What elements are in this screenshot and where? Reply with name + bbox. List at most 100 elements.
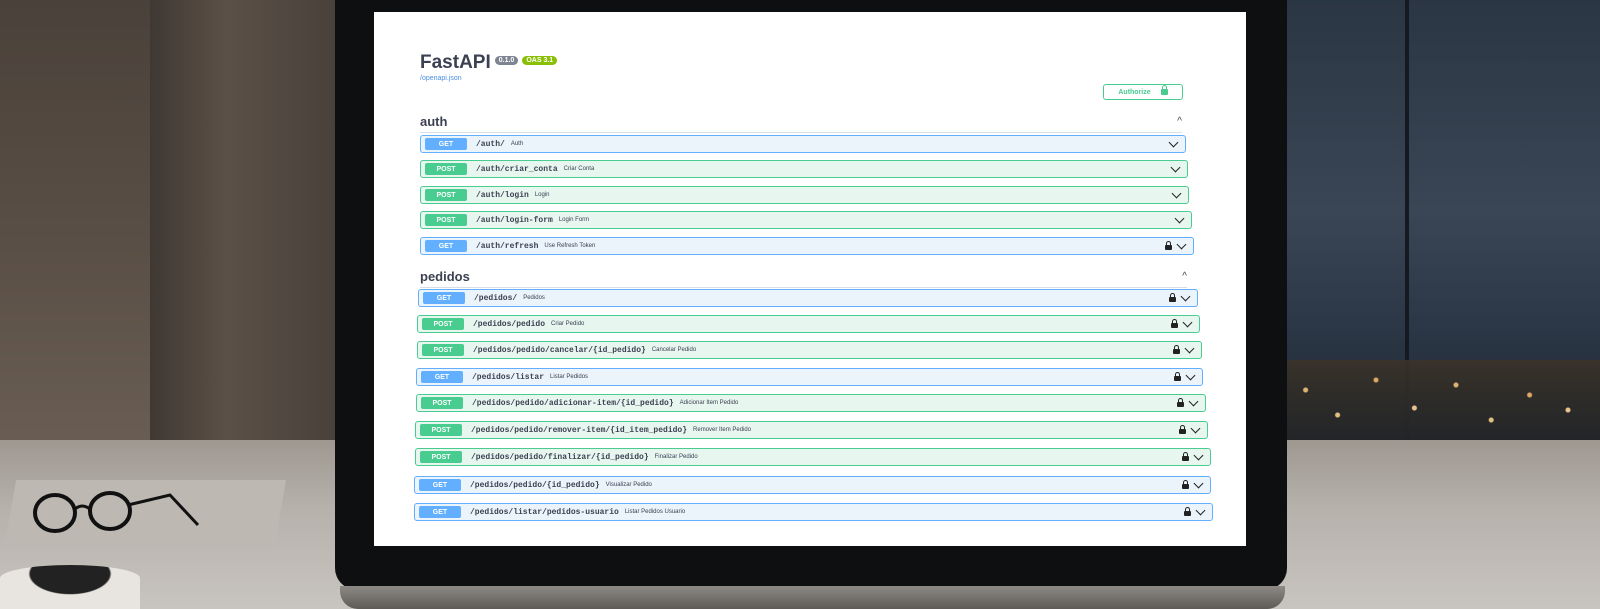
- method-badge: POST: [425, 189, 467, 201]
- chevron-down-icon[interactable]: [1176, 239, 1187, 250]
- chevron-down-icon[interactable]: [1168, 137, 1179, 148]
- operation-controls: [1182, 478, 1204, 489]
- operation-row[interactable]: GET/pedidos/listar Listar Pedidos: [416, 368, 1203, 386]
- operation-summary: Login: [534, 192, 550, 198]
- method-badge: POST: [420, 451, 462, 463]
- operation-row[interactable]: POST/pedidos/pedido/remover-item/{id_ite…: [415, 421, 1208, 439]
- lock-icon[interactable]: [1182, 452, 1189, 461]
- unlocked-icon: [1160, 85, 1168, 95]
- method-badge: GET: [419, 479, 461, 491]
- operation-path: /pedidos/pedido: [473, 319, 546, 329]
- chevron-down-icon[interactable]: [1188, 396, 1199, 407]
- lock-icon[interactable]: [1184, 507, 1191, 516]
- chevron-up-icon[interactable]: ^: [1177, 116, 1182, 127]
- chevron-down-icon[interactable]: [1170, 162, 1181, 173]
- operation-row[interactable]: POST/auth/login-form Login Form: [420, 211, 1192, 229]
- operation-path: /pedidos/pedido/cancelar/{id_pedido}: [473, 345, 646, 355]
- operation-row[interactable]: POST/pedidos/pedido/adicionar-item/{id_p…: [416, 394, 1206, 412]
- operation-summary: Listar Pedidos: [550, 374, 589, 380]
- chevron-down-icon[interactable]: [1171, 188, 1182, 199]
- method-badge: GET: [419, 506, 461, 518]
- tag-name: pedidos: [420, 268, 470, 284]
- chevron-down-icon[interactable]: [1184, 343, 1195, 354]
- background-curtain: [150, 0, 340, 450]
- operation-path: /auth/login: [476, 190, 529, 200]
- method-badge: GET: [425, 240, 467, 252]
- laptop-base: [340, 586, 1285, 609]
- chevron-down-icon[interactable]: [1182, 317, 1193, 328]
- tag-pedidos[interactable]: pedidos ^: [420, 265, 1187, 288]
- operation-row[interactable]: POST/pedidos/pedido/finalizar/{id_pedido…: [415, 448, 1211, 466]
- operation-row[interactable]: POST/pedidos/pedido/cancelar/{id_pedido}…: [417, 341, 1202, 359]
- coffee-cup: [0, 565, 140, 609]
- operation-row[interactable]: GET/pedidos/listar/pedidos-usuario Listar…: [414, 503, 1213, 521]
- operation-controls: [1169, 291, 1191, 302]
- operation-summary: Finalizar Pedido: [654, 454, 698, 460]
- method-badge: GET: [421, 371, 463, 383]
- operation-row[interactable]: POST/auth/login Login: [420, 186, 1189, 204]
- operation-row[interactable]: GET/pedidos/Pedidos: [418, 289, 1198, 307]
- chevron-down-icon[interactable]: [1180, 291, 1191, 302]
- operation-controls: [1173, 343, 1195, 354]
- chevron-down-icon[interactable]: [1195, 505, 1206, 516]
- operation-summary: Cancelar Pedido: [651, 347, 697, 353]
- lock-icon[interactable]: [1182, 480, 1189, 489]
- operation-controls: [1184, 505, 1206, 516]
- openapi-json-link[interactable]: /openapi.json: [420, 75, 462, 82]
- operation-summary: Criar Conta: [563, 166, 595, 172]
- operation-controls: [1174, 213, 1185, 224]
- version-badge: 0.1.0: [494, 56, 519, 65]
- operation-path: /pedidos/listar/pedidos-usuario: [470, 507, 619, 517]
- operation-path: /auth/refresh: [476, 241, 539, 251]
- operation-controls: [1168, 137, 1179, 148]
- operation-row[interactable]: POST/auth/criar_conta Criar Conta: [420, 160, 1188, 178]
- method-badge: POST: [425, 214, 467, 226]
- chevron-down-icon[interactable]: [1174, 213, 1185, 224]
- operation-controls: [1170, 162, 1181, 173]
- operation-row[interactable]: POST/pedidos/pedido Criar Pedido: [417, 315, 1200, 333]
- chevron-down-icon[interactable]: [1185, 370, 1196, 381]
- operation-row[interactable]: GET/auth/Auth: [420, 135, 1186, 153]
- operation-row[interactable]: GET/auth/refresh Use Refresh Token: [420, 237, 1194, 255]
- lock-icon[interactable]: [1177, 398, 1184, 407]
- chevron-down-icon[interactable]: [1190, 423, 1201, 434]
- operation-path: /pedidos/: [474, 293, 518, 303]
- chevron-down-icon[interactable]: [1193, 450, 1204, 461]
- lock-icon[interactable]: [1165, 241, 1172, 250]
- lock-icon[interactable]: [1171, 319, 1178, 328]
- tag-auth[interactable]: auth ^: [420, 110, 1182, 133]
- operation-path: /pedidos/pedido/remover-item/{id_item_pe…: [471, 425, 688, 435]
- operation-path: /auth/: [476, 139, 505, 149]
- lock-icon[interactable]: [1173, 345, 1180, 354]
- operation-summary: Auth: [510, 141, 524, 147]
- eyeglasses: [33, 491, 200, 533]
- operation-summary: Adicionar Item Pedido: [679, 400, 739, 406]
- lock-icon[interactable]: [1169, 293, 1176, 302]
- authorize-button[interactable]: Authorize: [1103, 84, 1183, 100]
- method-badge: POST: [420, 424, 462, 436]
- operation-path: /pedidos/listar: [472, 372, 545, 382]
- operation-path: /auth/criar_conta: [476, 164, 558, 174]
- chevron-down-icon[interactable]: [1193, 478, 1204, 489]
- chevron-up-icon[interactable]: ^: [1182, 271, 1187, 282]
- oas-badge: OAS 3.1: [522, 56, 558, 65]
- lock-icon[interactable]: [1174, 372, 1181, 381]
- operation-controls: [1171, 188, 1182, 199]
- method-badge: POST: [421, 397, 463, 409]
- operation-summary: Pedidos: [523, 295, 545, 301]
- operation-controls: [1165, 239, 1187, 250]
- operation-summary: Listar Pedidos Usuario: [624, 509, 686, 515]
- operation-controls: [1171, 317, 1193, 328]
- api-title: FastAPI 0.1.0 OAS 3.1: [420, 52, 558, 74]
- operation-summary: Visualizar Pedido: [605, 482, 652, 488]
- operation-summary: Use Refresh Token: [544, 243, 596, 249]
- operation-controls: [1177, 396, 1199, 407]
- operation-path: /pedidos/pedido/{id_pedido}: [470, 480, 600, 490]
- operation-path: /pedidos/pedido/finalizar/{id_pedido}: [471, 452, 649, 462]
- method-badge: GET: [425, 138, 467, 150]
- method-badge: POST: [422, 318, 464, 330]
- operation-path: /auth/login-form: [476, 215, 553, 225]
- swagger-ui-screen: FastAPI 0.1.0 OAS 3.1 /openapi.json Auth…: [374, 12, 1246, 546]
- lock-icon[interactable]: [1179, 425, 1186, 434]
- operation-row[interactable]: GET/pedidos/pedido/{id_pedido} Visualizar…: [414, 476, 1211, 494]
